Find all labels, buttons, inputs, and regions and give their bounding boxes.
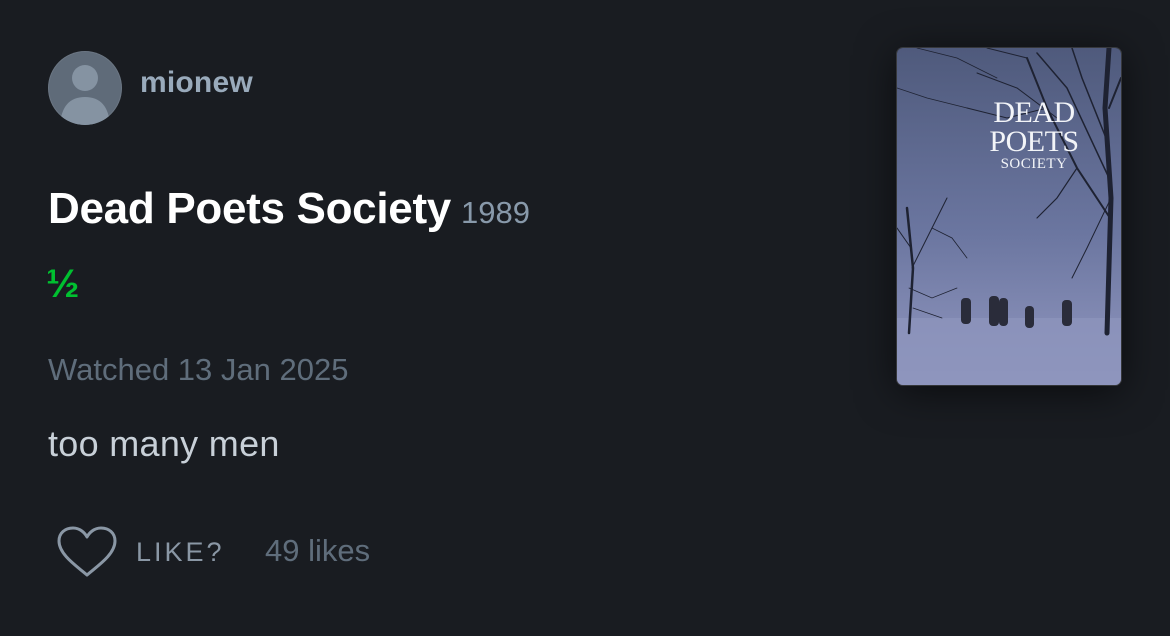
- like-label: LIKE?: [136, 536, 225, 567]
- review-text: too many men: [48, 423, 280, 464]
- likes-count[interactable]: 49 likes: [265, 533, 370, 569]
- film-title-row: Dead Poets Society 1989: [48, 184, 530, 234]
- watched-date: Watched 13 Jan 2025: [48, 352, 349, 387]
- person-icon: [60, 65, 110, 125]
- like-button[interactable]: LIKE?: [56, 524, 225, 580]
- poster-title-line-2: POETS: [989, 125, 1079, 159]
- username[interactable]: mionew: [140, 66, 253, 100]
- avatar[interactable]: [48, 51, 122, 125]
- heart-outline-icon: [57, 526, 117, 577]
- poster-title-line-3: SOCIETY: [1000, 155, 1068, 172]
- film-year[interactable]: 1989: [461, 195, 530, 230]
- poster-title: DEAD POETS SOCIETY: [897, 96, 1121, 172]
- film-poster[interactable]: DEAD POETS SOCIETY: [897, 48, 1121, 385]
- star-rating: ½: [46, 262, 80, 306]
- poster-title-line-1: DEAD: [993, 96, 1075, 129]
- film-title[interactable]: Dead Poets Society: [48, 184, 451, 233]
